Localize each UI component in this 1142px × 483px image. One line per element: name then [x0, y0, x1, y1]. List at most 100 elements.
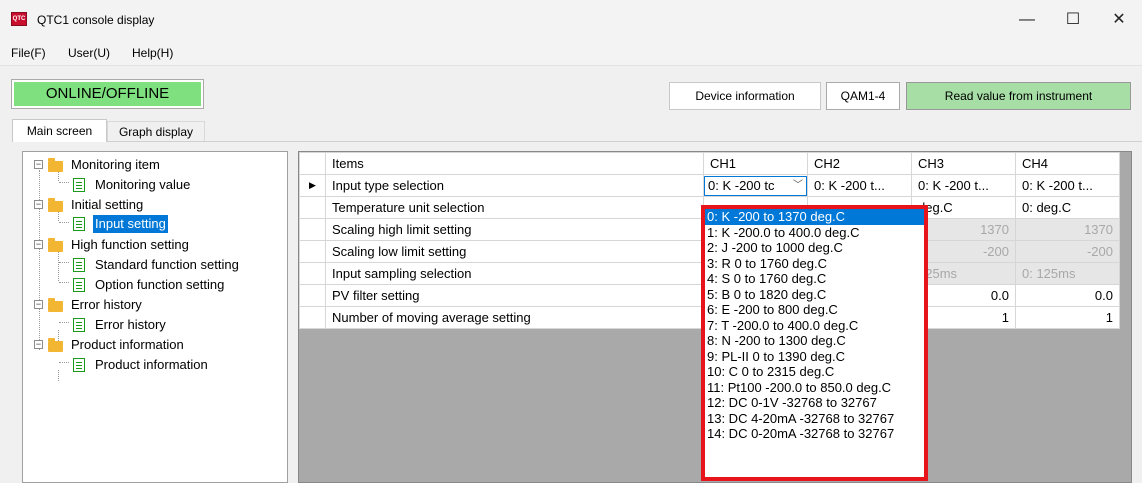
dropdown-option[interactable]: 12: DC 0-1V -32768 to 32767 [705, 395, 924, 411]
tree-label: Monitoring value [95, 177, 191, 192]
dropdown-option[interactable]: 11: Pt100 -200.0 to 850.0 deg.C [705, 380, 924, 396]
item-cell: Input type selection [325, 174, 704, 197]
table-header-row: Items CH1 CH2 CH3 CH4 [299, 152, 1120, 175]
collapse-icon[interactable]: − [34, 340, 43, 349]
dropdown-option[interactable]: 3: R 0 to 1760 deg.C [705, 256, 924, 272]
tree-node-error-history-item[interactable]: Error history [23, 316, 283, 334]
dropdown-option[interactable]: 14: DC 0-20mA -32768 to 32767 [705, 426, 924, 442]
current-row-arrow-icon: ▶ [299, 174, 326, 197]
menu-user[interactable]: User(U) [68, 46, 110, 60]
collapse-icon[interactable]: − [34, 300, 43, 309]
tree-label: Standard function setting [95, 257, 239, 272]
document-icon [73, 358, 85, 372]
tree-node-high-function-setting[interactable]: − High function setting [23, 236, 283, 254]
tree-label-selected: Input setting [93, 215, 168, 233]
item-cell: Temperature unit selection [325, 196, 704, 219]
column-header-ch2[interactable]: CH2 [807, 152, 912, 175]
input-type-dropdown-list: 0: K -200 to 1370 deg.C 1: K -200.0 to 4… [701, 205, 928, 481]
menu-help[interactable]: Help(H) [132, 46, 173, 60]
tree-label: Initial setting [71, 197, 144, 212]
document-icon [73, 278, 85, 292]
tab-graph-display[interactable]: Graph display [107, 121, 205, 141]
input-type-combo[interactable]: 0: K -200 tc ﹀ [704, 175, 807, 196]
tree-label: High function setting [71, 237, 189, 252]
tree-node-standard-function-setting[interactable]: Standard function setting [23, 256, 283, 274]
tree-node-product-information-item[interactable]: Product information [23, 356, 283, 374]
ch4-cell[interactable]: 0: deg.C [1015, 196, 1120, 219]
read-value-button[interactable]: Read value from instrument [906, 82, 1131, 110]
collapse-icon[interactable]: − [34, 200, 43, 209]
ch2-cell[interactable]: 0: K -200 t... [807, 174, 912, 197]
document-icon [73, 217, 85, 231]
folder-icon [48, 158, 63, 172]
tree-label: Product information [71, 337, 184, 352]
tree-node-option-function-setting[interactable]: Option function setting [23, 276, 283, 294]
row-header [299, 218, 326, 241]
column-header-ch1[interactable]: CH1 [703, 152, 808, 175]
minimize-button[interactable]: — [1004, 0, 1050, 40]
folder-icon [48, 238, 63, 252]
window-title: QTC1 console display [37, 13, 155, 27]
tree-label: Product information [95, 357, 208, 372]
tree-label: Monitoring item [71, 157, 160, 172]
dropdown-option[interactable]: 6: E -200 to 800 deg.C [705, 302, 924, 318]
item-cell: PV filter setting [325, 284, 704, 307]
document-icon [73, 178, 85, 192]
item-cell: Scaling low limit setting [325, 240, 704, 263]
maximize-button[interactable]: ☐ [1050, 0, 1096, 40]
menu-bar: File(F) User(U) Help(H) [0, 40, 1142, 66]
online-offline-button[interactable]: ONLINE/OFFLINE [11, 79, 204, 109]
device-information-value: QAM1-4 [826, 82, 900, 110]
dropdown-option[interactable]: 2: J -200 to 1000 deg.C [705, 240, 924, 256]
tree-node-initial-setting[interactable]: − Initial setting [23, 196, 283, 214]
row-header-corner [299, 152, 326, 175]
ch4-cell: 1370 [1015, 218, 1120, 241]
dropdown-option[interactable]: 13: DC 4-20mA -32768 to 32767 [705, 411, 924, 427]
item-cell: Scaling high limit setting [325, 218, 704, 241]
tree-label: Option function setting [95, 277, 225, 292]
column-header-ch3[interactable]: CH3 [911, 152, 1016, 175]
title-bar: QTC QTC1 console display — ☐ ✕ [0, 0, 1142, 40]
row-header [299, 262, 326, 285]
column-header-ch4[interactable]: CH4 [1015, 152, 1120, 175]
dropdown-option[interactable]: 7: T -200.0 to 400.0 deg.C [705, 318, 924, 334]
dropdown-option[interactable]: 4: S 0 to 1760 deg.C [705, 271, 924, 287]
document-icon [73, 258, 85, 272]
collapse-icon[interactable]: − [34, 240, 43, 249]
row-header [299, 240, 326, 263]
dropdown-option[interactable]: 0: K -200 to 1370 deg.C [705, 209, 924, 225]
folder-icon [48, 198, 63, 212]
ch4-cell[interactable]: 1 [1015, 306, 1120, 329]
menu-file[interactable]: File(F) [11, 46, 46, 60]
chevron-down-icon[interactable]: ﹀ [793, 177, 803, 195]
tree-node-input-setting[interactable]: Input setting [23, 215, 283, 233]
tree-node-monitoring-value[interactable]: Monitoring value [23, 176, 283, 194]
tree-node-product-information[interactable]: − Product information [23, 336, 283, 354]
tree-node-monitoring-item[interactable]: − Monitoring item [23, 156, 283, 174]
ch4-cell[interactable]: 0.0 [1015, 284, 1120, 307]
combo-value: 0: K -200 tc [708, 177, 775, 193]
dropdown-option[interactable]: 9: PL-II 0 to 1390 deg.C [705, 349, 924, 365]
column-header-items[interactable]: Items [325, 152, 704, 175]
tree-node-error-history[interactable]: − Error history [23, 296, 283, 314]
item-cell: Number of moving average setting [325, 306, 704, 329]
table-row: ▶ Input type selection 0: K -200 tc ﹀ 0:… [299, 174, 1120, 197]
ch1-cell[interactable]: 0: K -200 tc ﹀ [703, 174, 808, 197]
dropdown-option[interactable]: 8: N -200 to 1300 deg.C [705, 333, 924, 349]
ch3-cell[interactable]: 0: K -200 t... [911, 174, 1016, 197]
dropdown-option[interactable]: 10: C 0 to 2315 deg.C [705, 364, 924, 380]
ch4-cell[interactable]: 0: K -200 t... [1015, 174, 1120, 197]
tab-main-screen[interactable]: Main screen [12, 119, 107, 142]
collapse-icon[interactable]: − [34, 160, 43, 169]
device-information-label: Device information [669, 82, 821, 110]
item-cell: Input sampling selection [325, 262, 704, 285]
dropdown-option[interactable]: 1: K -200.0 to 400.0 deg.C [705, 225, 924, 241]
close-button[interactable]: ✕ [1096, 0, 1142, 40]
document-icon [73, 318, 85, 332]
dropdown-option[interactable]: 5: B 0 to 1820 deg.C [705, 287, 924, 303]
ch4-cell: -200 [1015, 240, 1120, 263]
folder-icon [48, 298, 63, 312]
folder-icon [48, 338, 63, 352]
ch4-cell: 0: 125ms [1015, 262, 1120, 285]
row-header [299, 284, 326, 307]
